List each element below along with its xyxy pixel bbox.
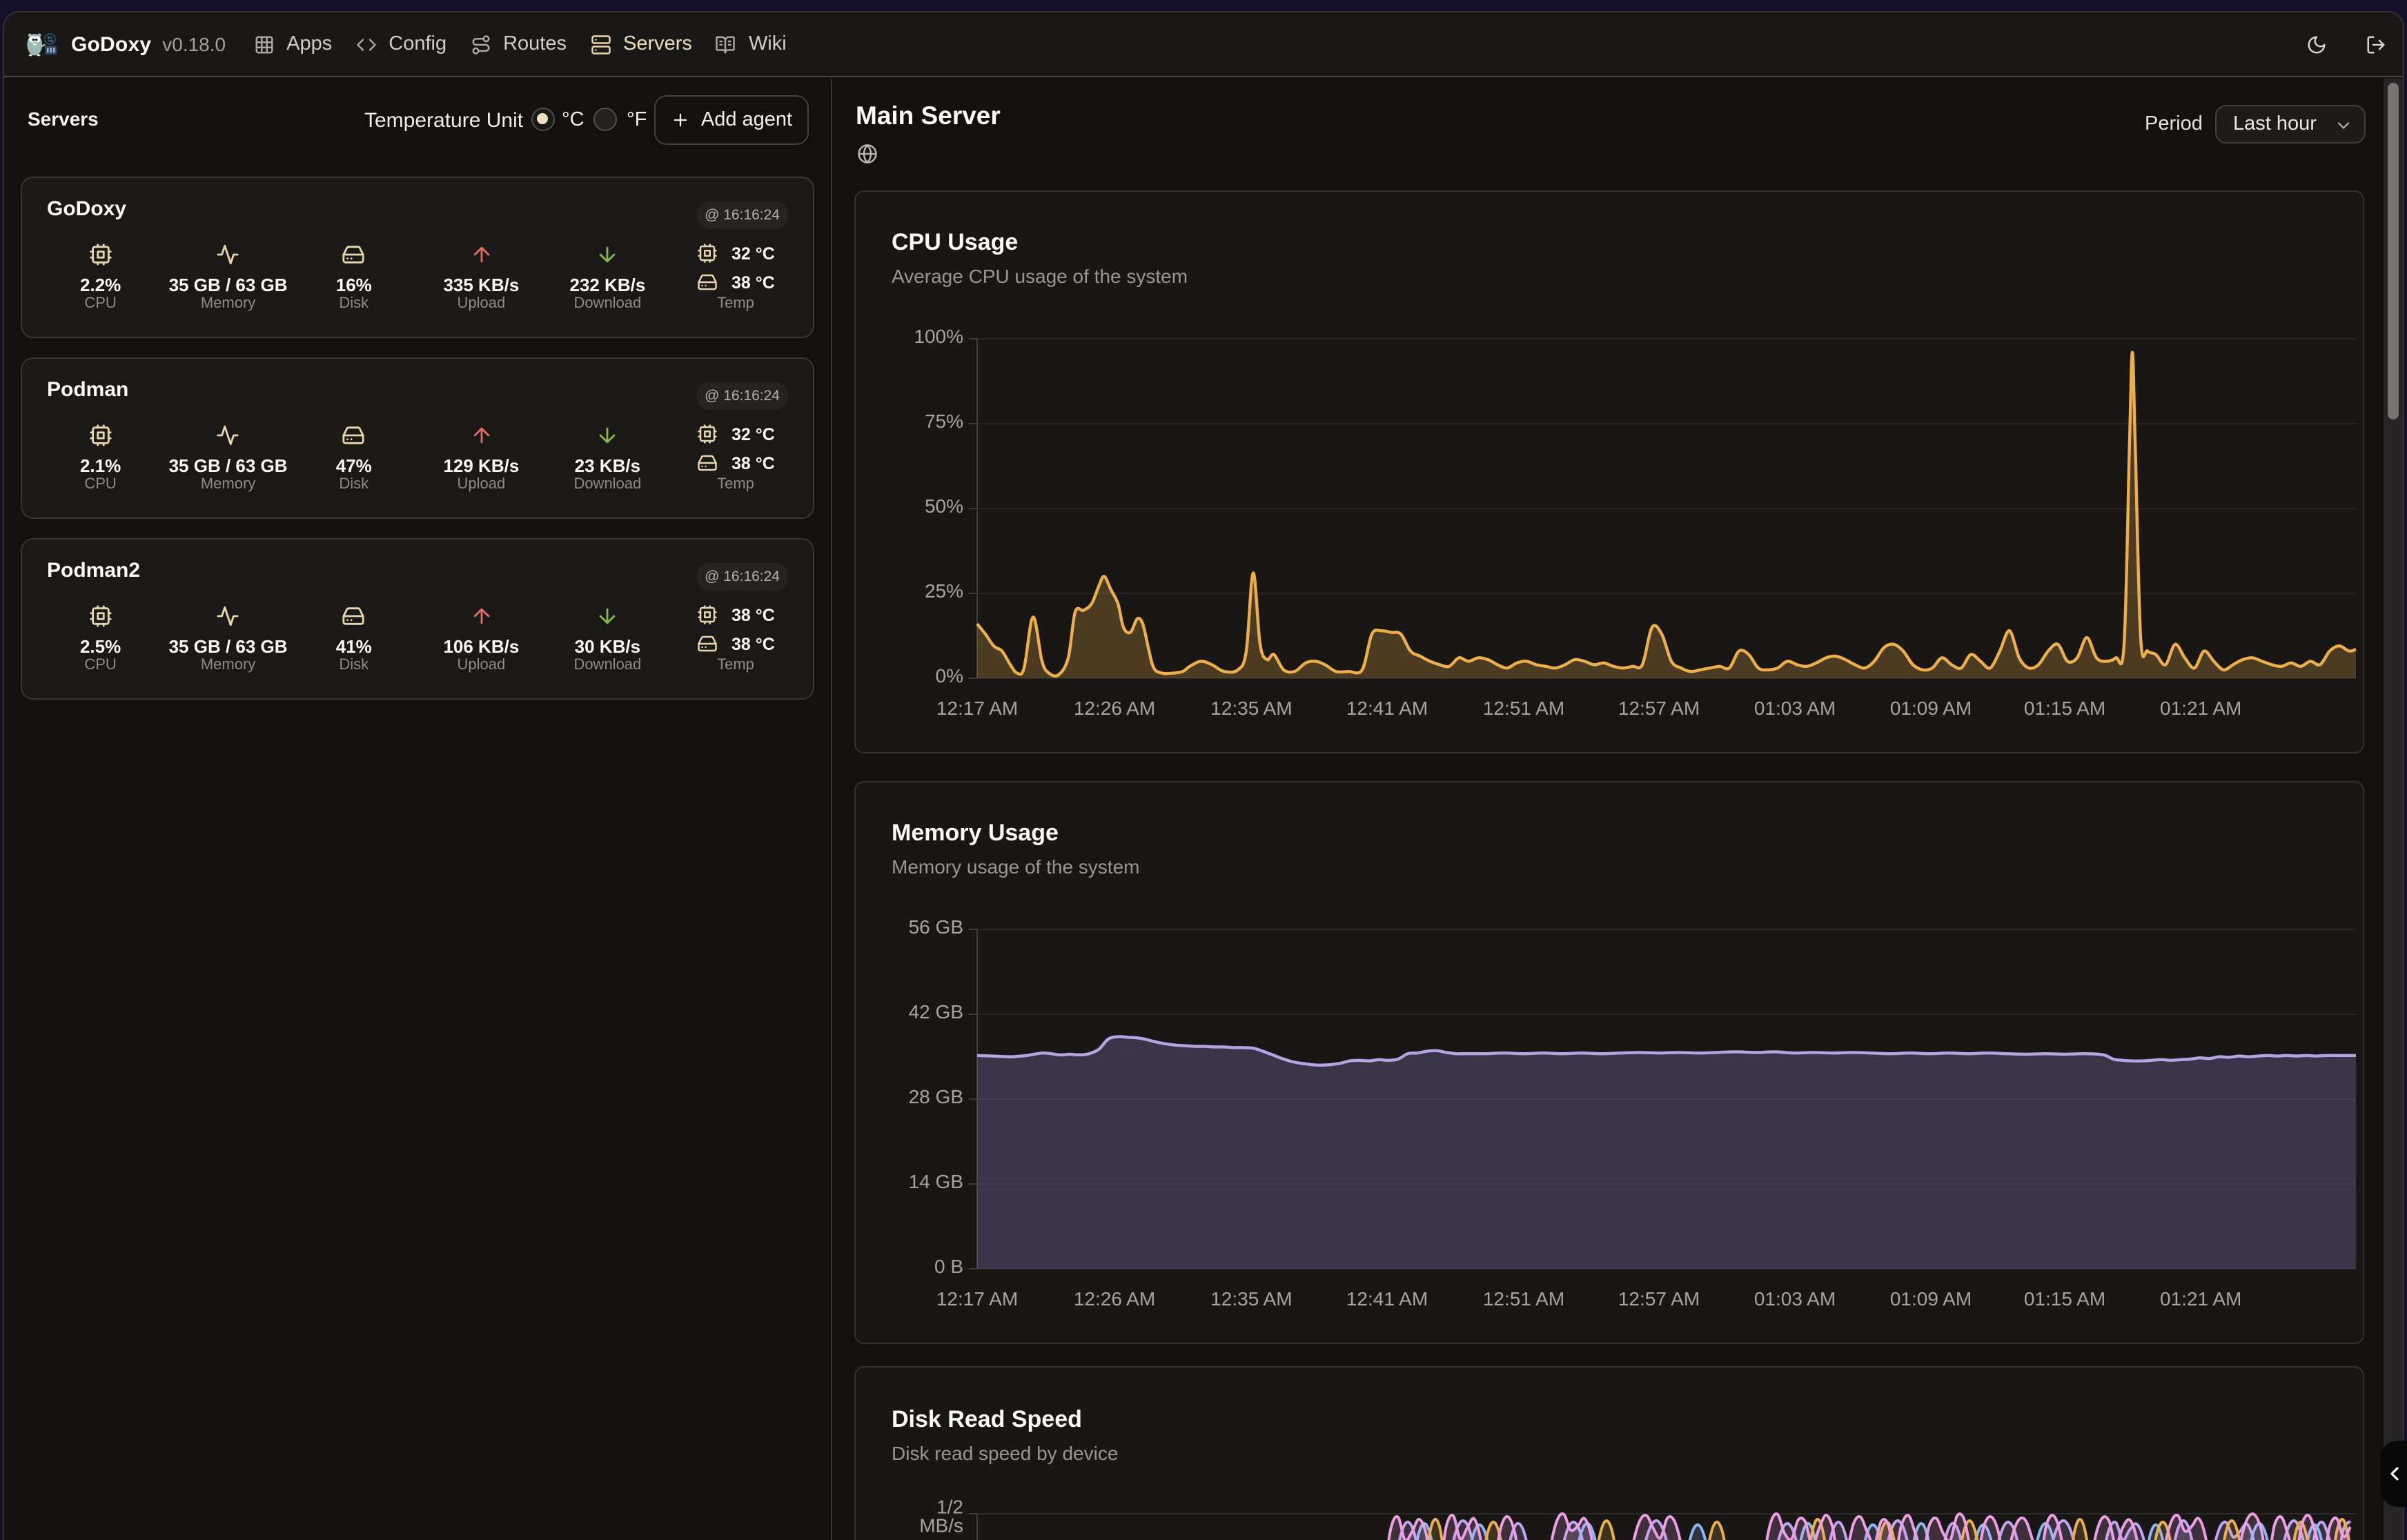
svg-text:12:35 AM: 12:35 AM — [1210, 1287, 1292, 1309]
svg-text:12:57 AM: 12:57 AM — [1618, 1287, 1700, 1309]
svg-text:12:41 AM: 12:41 AM — [1346, 1287, 1428, 1309]
svg-text:12:26 AM: 12:26 AM — [1074, 1287, 1155, 1309]
svg-text:01:03 AM: 01:03 AM — [1754, 697, 1836, 718]
svg-text:50%: 50% — [925, 495, 963, 516]
svg-text:25%: 25% — [925, 580, 963, 601]
svg-text:01:15 AM: 01:15 AM — [2024, 697, 2105, 718]
svg-text:12:35 AM: 12:35 AM — [1210, 697, 1292, 718]
svg-text:0 B: 0 B — [934, 1255, 963, 1276]
svg-text:12:41 AM: 12:41 AM — [1346, 697, 1428, 718]
svg-text:14 GB: 14 GB — [909, 1170, 963, 1192]
svg-text:01:21 AM: 01:21 AM — [2160, 1287, 2241, 1309]
svg-text:MB/s: MB/s — [919, 1515, 963, 1537]
svg-text:01:03 AM: 01:03 AM — [1754, 1287, 1836, 1309]
svg-text:75%: 75% — [925, 410, 963, 431]
svg-text:0%: 0% — [936, 664, 963, 686]
svg-text:42 GB: 42 GB — [909, 1000, 963, 1022]
svg-text:28 GB: 28 GB — [909, 1085, 963, 1107]
svg-text:12:17 AM: 12:17 AM — [936, 1287, 1018, 1309]
svg-text:12:51 AM: 12:51 AM — [1483, 697, 1564, 718]
svg-text:12:26 AM: 12:26 AM — [1074, 697, 1155, 718]
svg-text:100%: 100% — [914, 325, 963, 346]
svg-text:56 GB: 56 GB — [909, 916, 963, 937]
svg-text:01:15 AM: 01:15 AM — [2024, 1287, 2105, 1309]
svg-text:12:57 AM: 12:57 AM — [1618, 697, 1700, 718]
svg-text:12:17 AM: 12:17 AM — [936, 697, 1018, 718]
svg-text:01:09 AM: 01:09 AM — [1890, 1287, 1972, 1309]
svg-text:12:51 AM: 12:51 AM — [1483, 1287, 1564, 1309]
svg-text:01:09 AM: 01:09 AM — [1890, 697, 1972, 718]
svg-text:01:21 AM: 01:21 AM — [2160, 697, 2241, 718]
